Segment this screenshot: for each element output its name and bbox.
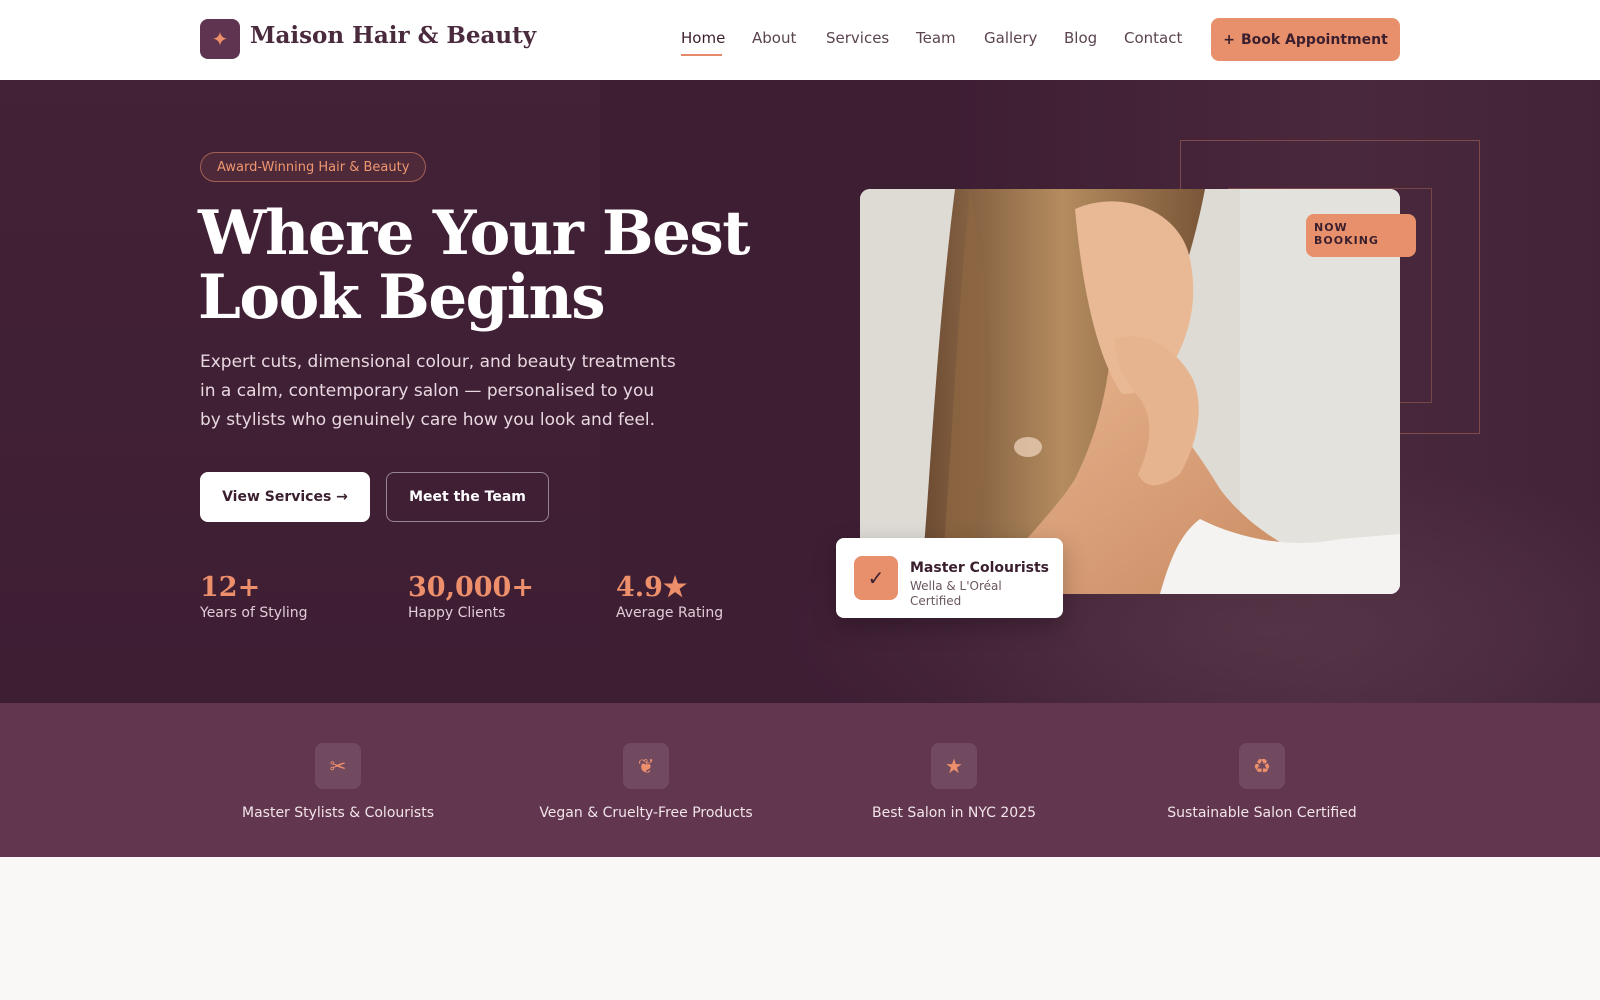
brand-logo-text[interactable]: Maison Hair & Beauty — [250, 22, 536, 49]
stat-label: Happy Clients — [408, 605, 506, 621]
leaf-icon: ❦ — [623, 743, 669, 789]
nav-home[interactable]: Home — [681, 29, 725, 47]
feature-award: ★ Best Salon in NYC 2025 — [824, 743, 1084, 821]
scissors-icon: ✂ — [315, 743, 361, 789]
nav-contact[interactable]: Contact — [1124, 29, 1182, 47]
stat-years: 12+ Years of Styling — [200, 572, 308, 621]
stat-value: 12+ — [200, 572, 261, 603]
nav-about[interactable]: About — [752, 29, 796, 47]
stat-value: 30,000+ — [408, 572, 534, 603]
features-band: ✂ Master Stylists & Colourists ❦ Vegan &… — [0, 703, 1600, 857]
hero-title: Where Your Best Look Begins — [198, 198, 750, 333]
meet-team-button[interactable]: Meet the Team — [386, 472, 549, 522]
nav-gallery[interactable]: Gallery — [984, 29, 1037, 47]
stat-label: Years of Styling — [200, 605, 308, 621]
certification-card: ✓ Master Colourists Wella & L'Oréal Cert… — [836, 538, 1063, 618]
site-header: ✦ Maison Hair & Beauty Home About Servic… — [0, 0, 1600, 80]
hero-description: Expert cuts, dimensional colour, and bea… — [200, 352, 676, 430]
hero-section: Award-Winning Hair & Beauty Where Your B… — [0, 80, 1600, 703]
feature-sustainable: ♻ Sustainable Salon Certified — [1132, 743, 1392, 821]
feature-stylists: ✂ Master Stylists & Colourists — [208, 743, 468, 821]
feature-vegan: ❦ Vegan & Cruelty-Free Products — [516, 743, 776, 821]
sparkle-icon[interactable]: ✦ — [200, 19, 240, 59]
book-appointment-button[interactable]: + Book Appointment — [1211, 18, 1400, 61]
feature-label: Vegan & Cruelty-Free Products — [539, 805, 753, 821]
certification-subtitle: Wella & L'Oréal Certified — [910, 579, 1002, 608]
nav-team[interactable]: Team — [916, 29, 956, 47]
award-badge: Award-Winning Hair & Beauty — [200, 152, 427, 182]
stat-rating: 4.9★ Average Rating — [616, 572, 723, 621]
book-appointment-label: Book Appointment — [1240, 31, 1388, 48]
feature-label: Master Stylists & Colourists — [242, 805, 434, 821]
certification-title: Master Colourists — [910, 560, 1050, 576]
star-icon: ★ — [931, 743, 977, 789]
view-services-button[interactable]: View Services → — [200, 472, 370, 522]
check-icon: ✓ — [854, 556, 898, 600]
feature-label: Sustainable Salon Certified — [1167, 805, 1357, 821]
stat-clients: 30,000+ Happy Clients — [408, 572, 534, 621]
nav-blog[interactable]: Blog — [1064, 29, 1097, 47]
stat-value: 4.9★ — [616, 572, 688, 603]
stat-label: Average Rating — [616, 605, 724, 621]
nav-active-indicator — [681, 54, 722, 56]
nav-services[interactable]: Services — [826, 29, 889, 47]
now-booking-badge: NOW BOOKING — [1306, 214, 1416, 257]
plus-icon: + — [1223, 31, 1235, 48]
recycle-icon: ♻ — [1239, 743, 1285, 789]
feature-label: Best Salon in NYC 2025 — [871, 805, 1037, 821]
